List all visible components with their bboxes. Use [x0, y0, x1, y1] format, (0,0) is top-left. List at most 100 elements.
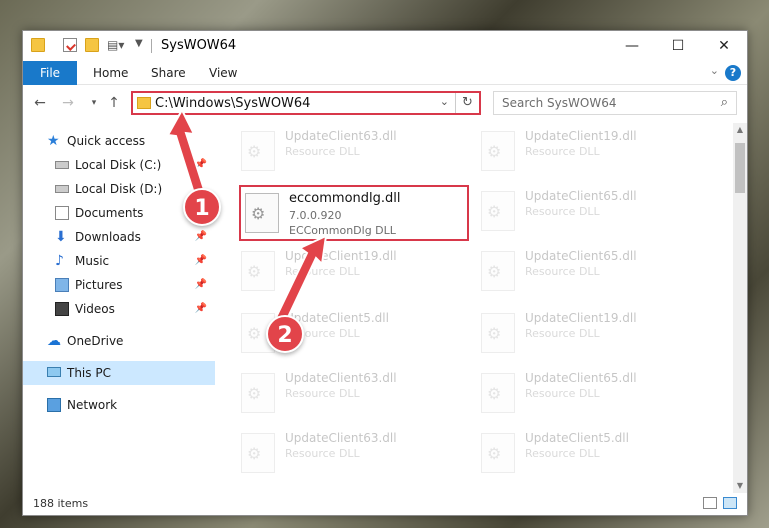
sidebar-item-onedrive[interactable]: ☁ OneDrive — [23, 329, 215, 353]
list-item[interactable]: UpdateClient63.dll Resource DLL — [237, 367, 467, 423]
sidebar-item-label: Local Disk (C:) — [75, 158, 162, 172]
pin-icon: 📌 — [194, 159, 207, 170]
details-view-icon[interactable] — [703, 497, 717, 509]
expand-ribbon-icon[interactable]: ⌄ — [710, 64, 719, 77]
pin-icon: 📌 — [194, 231, 207, 242]
file-description: Resource DLL — [525, 265, 600, 278]
cloud-icon: ☁ — [47, 333, 61, 349]
title-separator — [151, 39, 152, 53]
scroll-thumb[interactable] — [735, 143, 745, 193]
minimize-button[interactable]: — — [609, 31, 655, 61]
folder-icon — [137, 97, 151, 109]
tab-share[interactable]: Share — [143, 61, 194, 85]
file-name: UpdateClient65.dll — [525, 371, 637, 385]
scroll-down-icon[interactable]: ▼ — [733, 479, 747, 493]
tab-home[interactable]: Home — [85, 61, 136, 85]
sidebar-item-label: Music — [75, 254, 110, 268]
download-icon: ⬇ — [55, 229, 67, 245]
explorer-window: ▤▾ ▼ SysWOW64 — ☐ ✕ File Home Share View… — [22, 30, 748, 516]
scroll-up-icon[interactable]: ▲ — [733, 123, 747, 137]
list-item[interactable]: UpdateClient19.dll Resource DLL — [477, 307, 707, 363]
sidebar-item-label: Local Disk (D:) — [75, 182, 163, 196]
file-description: ECCommonDlg DLL — [289, 224, 396, 237]
videos-icon — [55, 302, 69, 316]
tab-view[interactable]: View — [201, 61, 245, 85]
step-2-badge: 2 — [266, 315, 304, 353]
sidebar-item-quick-access[interactable]: ★ Quick access — [23, 129, 215, 153]
file-description: Resource DLL — [525, 145, 600, 158]
tiles-view-icon[interactable] — [723, 497, 737, 509]
dll-file-icon — [241, 433, 275, 473]
sidebar-item-this-pc[interactable]: This PC — [23, 361, 215, 385]
file-name: UpdateClient5.dll — [525, 431, 629, 445]
file-description: Resource DLL — [285, 387, 360, 400]
sidebar-item-network[interactable]: Network — [23, 393, 215, 417]
maximize-button[interactable]: ☐ — [655, 31, 701, 61]
item-count: 188 items — [33, 497, 89, 510]
file-description: Resource DLL — [285, 265, 360, 278]
list-item[interactable]: UpdateClient65.dll Resource DLL — [477, 245, 707, 301]
chevron-down-icon[interactable]: ▼ — [135, 38, 149, 52]
file-version: 7.0.0.920 — [289, 209, 342, 222]
file-name: UpdateClient19.dll — [525, 129, 637, 143]
file-name: UpdateClient65.dll — [525, 189, 637, 203]
file-description: Resource DLL — [525, 447, 600, 460]
file-name: UpdateClient19.dll — [525, 311, 637, 325]
list-item[interactable]: UpdateClient63.dll Resource DLL — [237, 125, 467, 181]
navigation-bar: ← → ▾ ↑ C:\Windows\SysWOW64 ⌄ ↻ Search S… — [23, 86, 747, 120]
sidebar-item-videos[interactable]: Videos 📌 — [23, 297, 215, 321]
sidebar-item-label: Videos — [75, 302, 115, 316]
file-description: Resource DLL — [525, 205, 600, 218]
dll-file-icon — [481, 191, 515, 231]
dll-file-icon — [241, 131, 275, 171]
navigation-pane: ★ Quick access Local Disk (C:) 📌 Local D… — [23, 123, 215, 493]
sidebar-item-label: OneDrive — [67, 334, 124, 348]
file-name: eccommondlg.dll — [289, 191, 401, 206]
search-input[interactable]: Search SysWOW64 ⌕ — [493, 91, 737, 115]
back-icon[interactable]: ← — [31, 94, 49, 112]
list-item[interactable]: UpdateClient5.dll Resource DLL — [477, 427, 707, 483]
search-icon[interactable]: ⌕ — [721, 95, 728, 110]
list-item[interactable]: UpdateClient65.dll Resource DLL — [477, 367, 707, 423]
sidebar-item-pictures[interactable]: Pictures 📌 — [23, 273, 215, 297]
address-bar[interactable]: C:\Windows\SysWOW64 ⌄ ↻ — [131, 91, 481, 115]
music-icon: ♪ — [55, 253, 64, 269]
dll-file-icon — [481, 433, 515, 473]
pin-icon: 📌 — [194, 303, 207, 314]
list-item[interactable]: UpdateClient65.dll Resource DLL — [477, 185, 707, 241]
folder-icon — [31, 38, 45, 52]
list-item[interactable]: UpdateClient19.dll Resource DLL — [477, 125, 707, 181]
up-icon[interactable]: ↑ — [105, 94, 123, 112]
address-path[interactable]: C:\Windows\SysWOW64 — [155, 96, 310, 111]
documents-icon — [55, 206, 69, 220]
sidebar-item-label: Downloads — [75, 230, 141, 244]
vertical-scrollbar[interactable]: ▲ ▼ — [733, 123, 747, 493]
list-item[interactable]: UpdateClient19.dll Resource DLL — [237, 245, 467, 301]
tab-file[interactable]: File — [23, 61, 77, 85]
sidebar-item-label: This PC — [67, 366, 111, 380]
dll-file-icon — [481, 251, 515, 291]
help-icon[interactable]: ? — [725, 65, 741, 81]
list-item-highlighted[interactable]: eccommondlg.dll 7.0.0.920 ECCommonDlg DL… — [239, 185, 469, 241]
dll-file-icon — [481, 131, 515, 171]
pin-icon: 📌 — [194, 279, 207, 290]
ribbon: File Home Share View ⌄ ? — [23, 61, 747, 85]
customize-toolbar-icon[interactable]: ▤▾ — [107, 38, 124, 52]
sidebar-item-label: Pictures — [75, 278, 123, 292]
refresh-icon[interactable]: ↻ — [455, 93, 479, 113]
close-button[interactable]: ✕ — [701, 31, 747, 61]
sidebar-item-downloads[interactable]: ⬇ Downloads 📌 — [23, 225, 215, 249]
drive-icon — [55, 161, 69, 169]
dll-file-icon — [481, 313, 515, 353]
sidebar-item-local-disk-c[interactable]: Local Disk (C:) 📌 — [23, 153, 215, 177]
list-item[interactable]: UpdateClient63.dll Resource DLL — [237, 427, 467, 483]
sidebar-item-music[interactable]: ♪ Music 📌 — [23, 249, 215, 273]
file-name: UpdateClient63.dll — [285, 129, 397, 143]
chevron-down-icon[interactable]: ⌄ — [440, 95, 449, 108]
file-name: UpdateClient63.dll — [285, 371, 397, 385]
dll-file-icon — [241, 373, 275, 413]
forward-icon[interactable]: → — [59, 94, 77, 112]
new-folder-icon[interactable] — [85, 38, 99, 52]
properties-icon[interactable] — [63, 38, 77, 52]
recent-locations-icon[interactable]: ▾ — [85, 94, 103, 112]
